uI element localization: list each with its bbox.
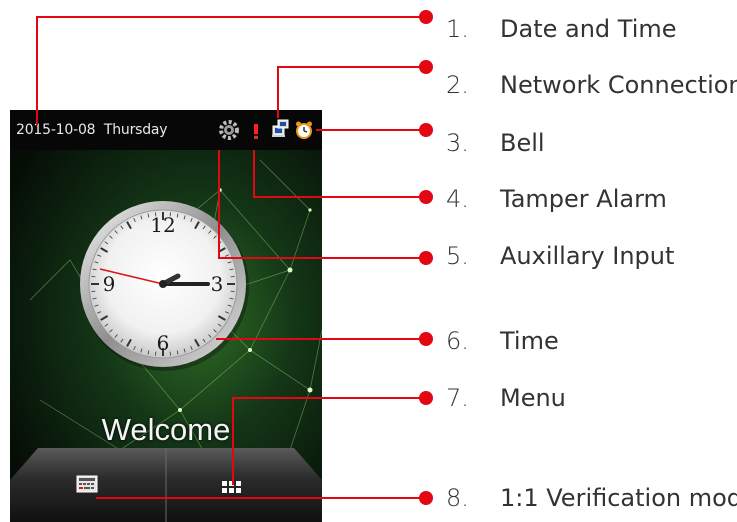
exclamation-icon [254,124,258,139]
legend-label-1: Date and Time [500,15,677,43]
clock-numeral-9: 9 [103,272,116,296]
legend-number-6: 6. [446,327,469,355]
alarm-clock-icon [296,121,312,139]
network-icon [272,119,289,137]
welcome-text: Welcome [101,412,231,447]
legend-label-8: 1:1 Verification mode [500,484,737,512]
status-bar: 2015-10-08 Thursday [10,110,322,150]
clock-numeral-6: 6 [157,331,170,355]
callout-dot-8 [419,491,433,505]
gear-icon [219,120,239,140]
legend-number-8: 8. [446,484,469,512]
legend-label-3: Bell [500,129,545,157]
clock-numeral-3: 3 [211,272,224,296]
callout-line-1 [36,16,426,125]
legend-number-1: 1. [446,15,469,43]
legend-number-5: 5. [446,242,469,270]
device-screen: 2015-10-08 Thursday 12 3 6 9 Welcome [10,110,322,522]
bottom-bar [10,448,322,522]
legend-number-3: 3. [446,129,469,157]
callout-dot-4 [419,190,433,204]
grid-menu-icon[interactable] [222,481,241,493]
callout-dot-1 [419,10,433,24]
callout-dot-6 [419,332,433,346]
legend-label-4: Tamper Alarm [500,185,667,213]
legend-label-5: Auxillary Input [500,242,675,270]
legend-label-6: Time [500,327,559,355]
callout-dot-5 [419,251,433,265]
legend-label-2: Network Connection [500,71,737,99]
callout-dot-7 [419,391,433,405]
legend-number-4: 4. [446,185,469,213]
callout-dot-3 [419,123,433,137]
legend-number-7: 7. [446,384,469,412]
legend-number-2: 2. [446,71,469,99]
keyboard-icon[interactable] [76,475,98,493]
clock-numeral-12: 12 [150,213,175,237]
callout-dot-2 [419,60,433,74]
legend-label-7: Menu [500,384,566,412]
